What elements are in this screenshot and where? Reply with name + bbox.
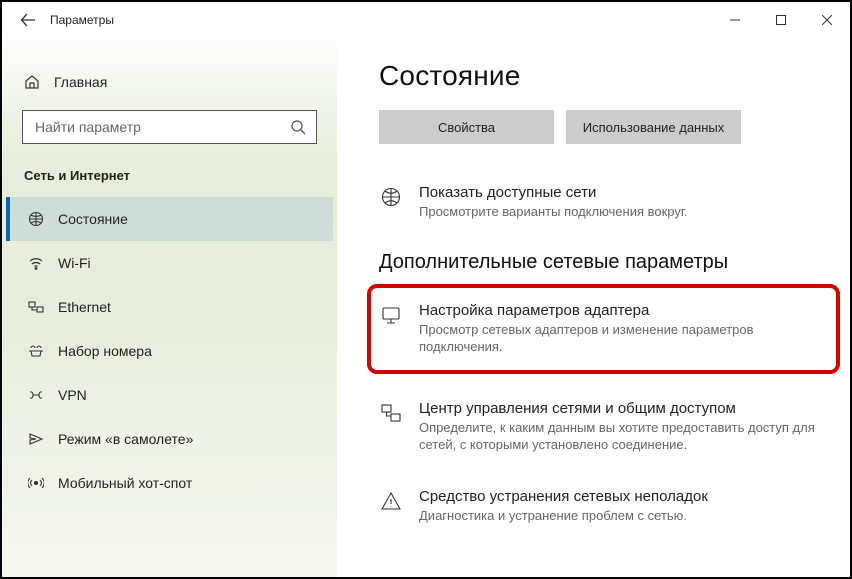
ethernet-icon (28, 299, 44, 315)
show-available-networks-link[interactable]: Показать доступные сети Просмотрите вари… (379, 180, 826, 225)
link-title: Средство устранения сетевых неполадок (419, 488, 708, 505)
sidebar-item-label: Ethernet (58, 299, 111, 315)
back-button[interactable] (6, 2, 50, 38)
sidebar-home[interactable]: Главная (6, 64, 333, 100)
network-troubleshooter-link[interactable]: Средство устранения сетевых неполадок Ди… (379, 484, 826, 529)
sidebar-home-label: Главная (54, 74, 107, 90)
sidebar-item-hotspot[interactable]: Мобильный хот-спот (6, 461, 333, 505)
data-usage-button[interactable]: Использование данных (566, 110, 741, 144)
airplane-icon (28, 431, 44, 447)
page-title: Состояние (379, 60, 826, 92)
maximize-icon (776, 15, 786, 25)
section-subheading: Дополнительные сетевые параметры (379, 251, 826, 274)
sidebar-item-label: Wi-Fi (58, 255, 91, 271)
back-arrow-icon (20, 12, 36, 28)
maximize-button[interactable] (758, 2, 804, 38)
sidebar-item-label: Мобильный хот-спот (58, 475, 192, 491)
sidebar-item-status[interactable]: Состояние (6, 197, 333, 241)
search-field[interactable] (22, 110, 317, 144)
minimize-button[interactable] (712, 2, 758, 38)
home-icon (24, 74, 40, 90)
sidebar-item-airplane[interactable]: Режим «в самолете» (6, 417, 333, 461)
sidebar-item-label: Состояние (58, 211, 128, 227)
sidebar-item-label: VPN (58, 387, 87, 403)
link-desc: Диагностика и устранение проблем с сетью… (419, 507, 708, 525)
sidebar-item-label: Режим «в самолете» (58, 431, 193, 447)
network-sharing-center-link[interactable]: Центр управления сетями и общим доступом… (379, 396, 826, 458)
hotspot-icon (28, 475, 44, 491)
titlebar: Параметры (2, 2, 850, 38)
close-button[interactable] (804, 2, 850, 38)
sidebar-item-wifi[interactable]: Wi-Fi (6, 241, 333, 285)
sidebar-item-label: Набор номера (58, 343, 152, 359)
adapter-settings-link[interactable]: Настройка параметров адаптера Просмотр с… (379, 298, 822, 360)
wifi-icon (28, 255, 44, 271)
link-title: Настройка параметров адаптера (419, 302, 822, 319)
close-icon (822, 15, 832, 25)
adapter-icon (379, 302, 403, 356)
sidebar-item-vpn[interactable]: VPN (6, 373, 333, 417)
dialup-icon (28, 343, 44, 359)
window-title: Параметры (50, 13, 114, 27)
network-globe-icon (379, 184, 403, 221)
globe-icon (28, 211, 44, 227)
sharing-center-icon (379, 400, 403, 454)
sidebar-section-label: Сеть и Интернет (6, 168, 333, 197)
properties-button[interactable]: Свойства (379, 110, 554, 144)
sidebar: Главная Сеть и Интернет Состояние Wi-Fi … (2, 38, 337, 577)
main-content: Состояние Свойства Использование данных … (337, 38, 850, 577)
warning-icon (379, 488, 403, 525)
link-desc: Просмотрите варианты подключения вокруг. (419, 203, 688, 221)
sidebar-item-ethernet[interactable]: Ethernet (6, 285, 333, 329)
link-desc: Определите, к каким данным вы хотите пре… (419, 419, 826, 454)
link-desc: Просмотр сетевых адаптеров и изменение п… (419, 321, 822, 356)
minimize-icon (730, 15, 740, 25)
highlighted-item: Настройка параметров адаптера Просмотр с… (367, 284, 840, 374)
vpn-icon (28, 387, 44, 403)
search-icon (288, 119, 308, 135)
link-title: Центр управления сетями и общим доступом (419, 400, 826, 417)
link-title: Показать доступные сети (419, 184, 688, 201)
sidebar-item-dialup[interactable]: Набор номера (6, 329, 333, 373)
search-input[interactable] (35, 119, 288, 135)
